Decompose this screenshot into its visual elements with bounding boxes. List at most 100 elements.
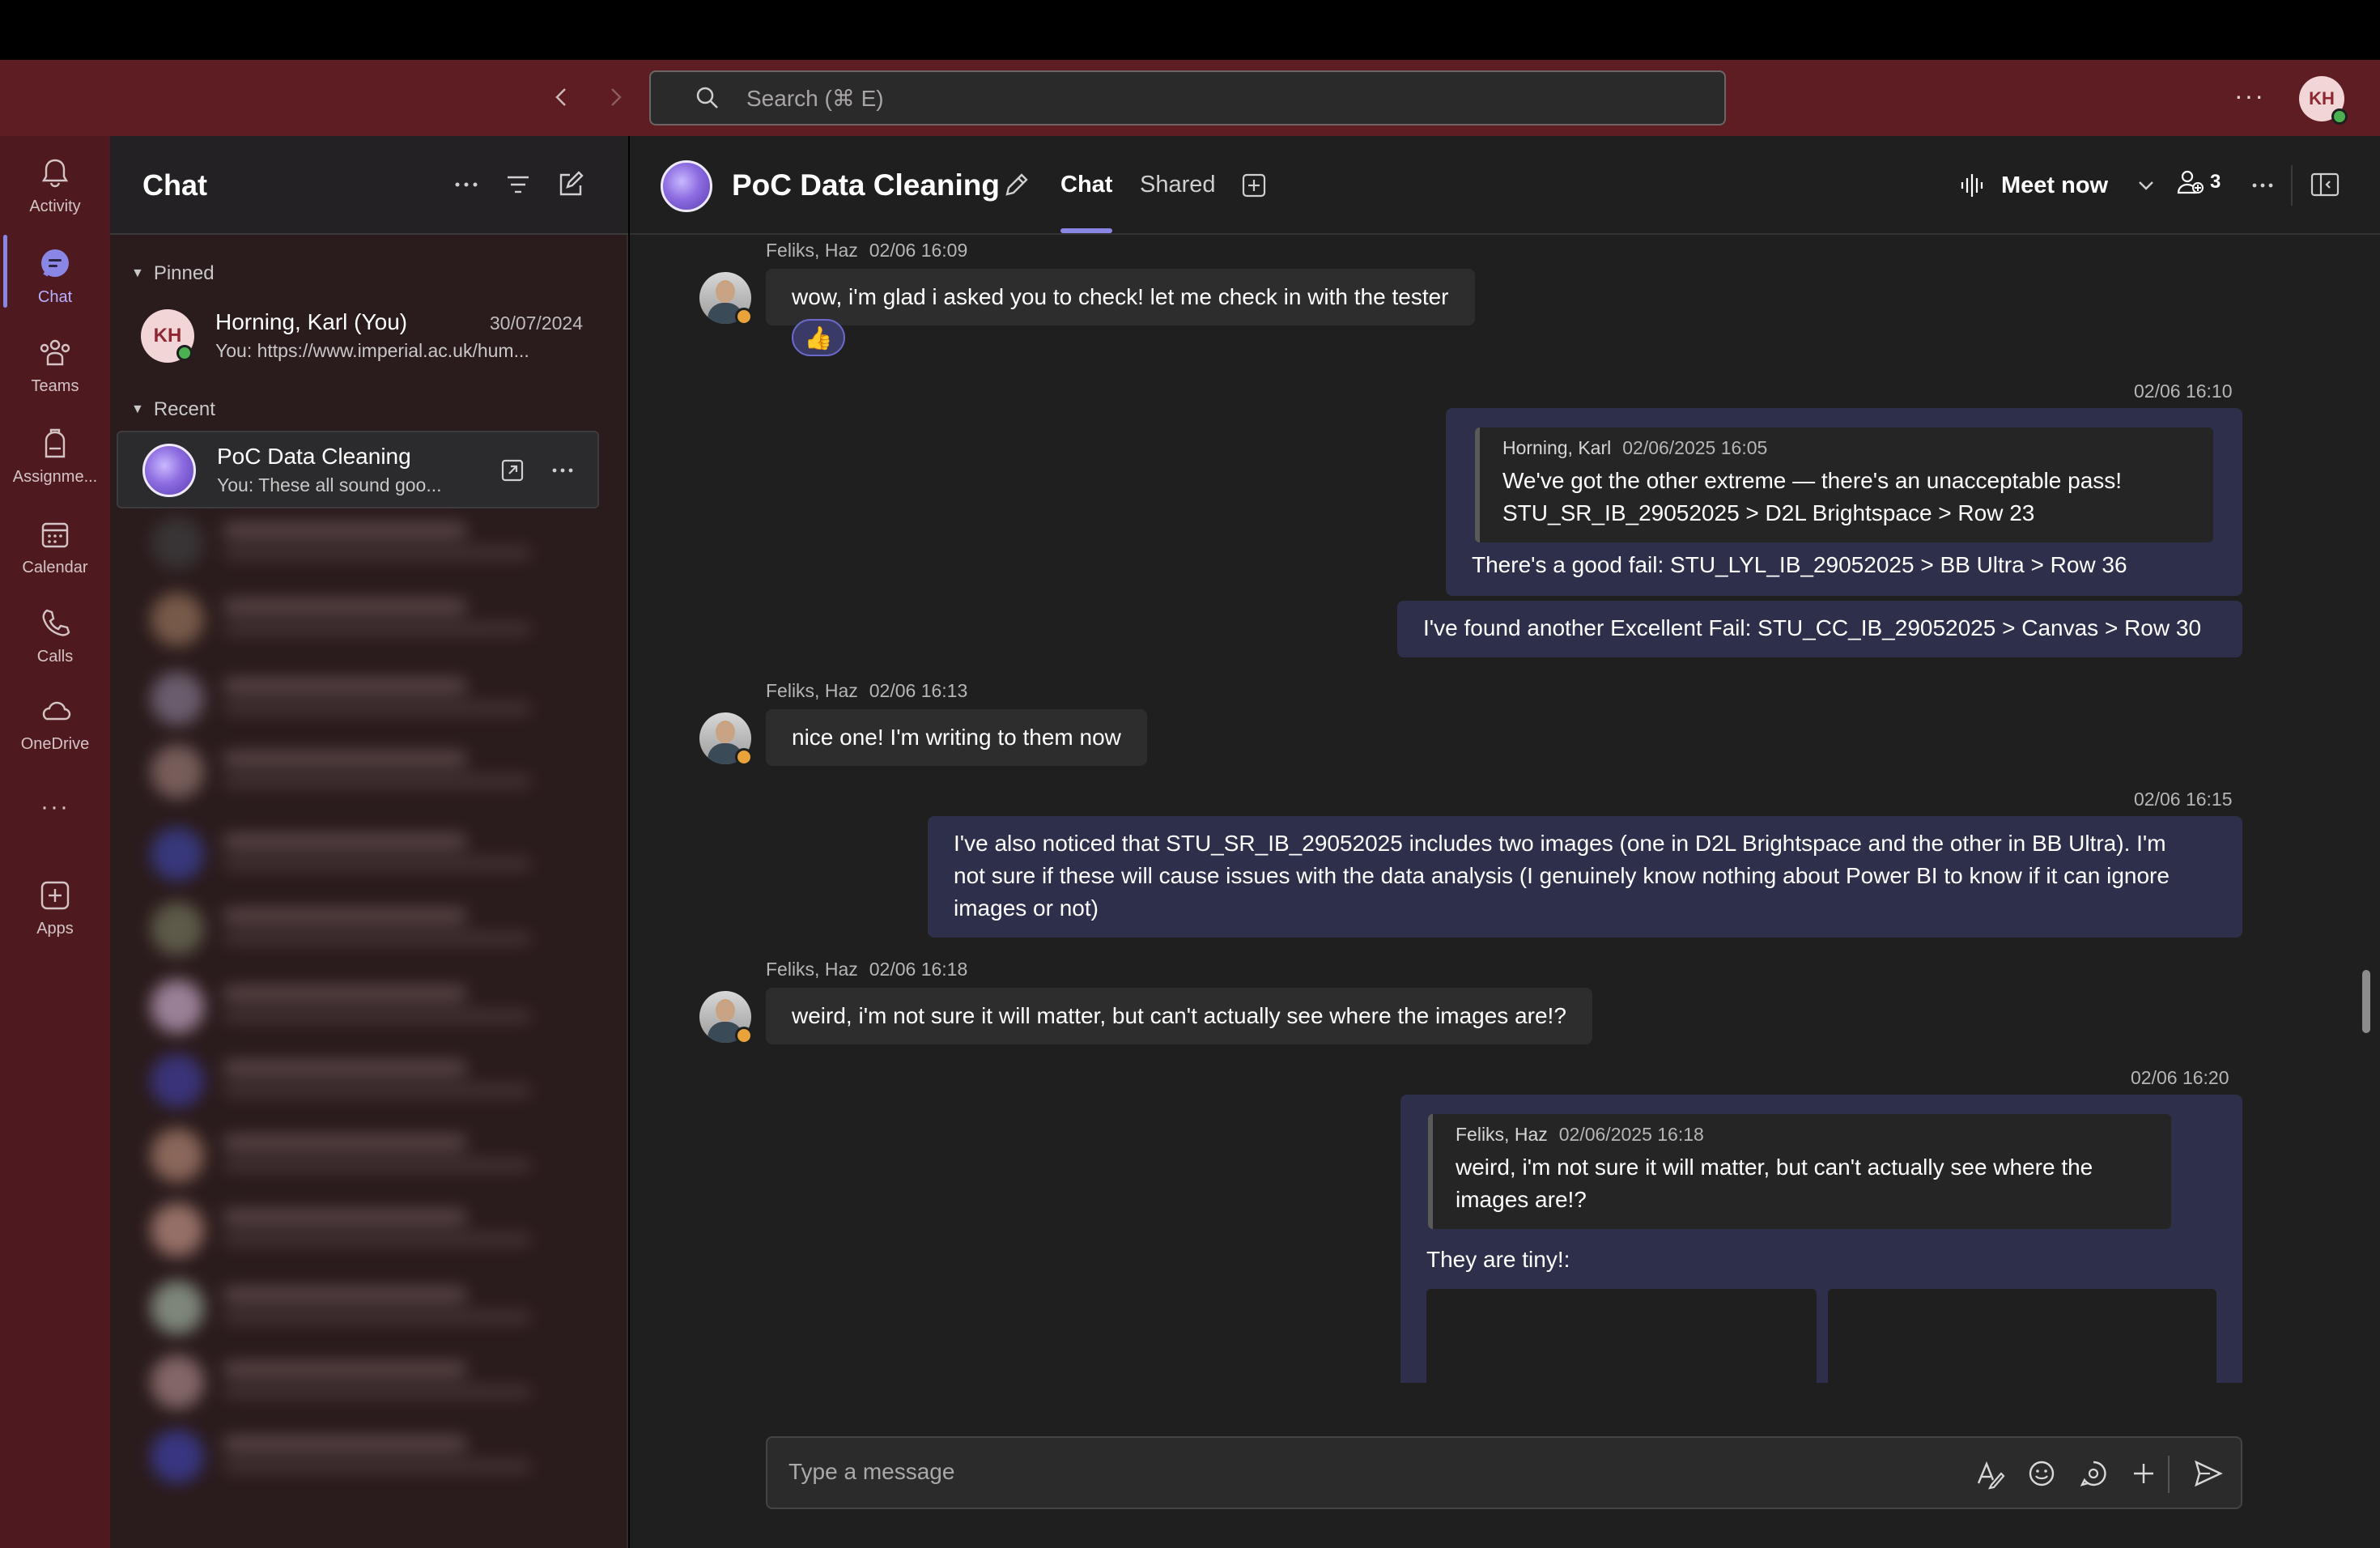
more-options-icon[interactable]: ··· (2234, 81, 2265, 111)
more-icon: ··· (40, 793, 70, 820)
quote-text: We've got the other extreme — there's an… (1502, 465, 2122, 529)
filter-icon[interactable] (502, 168, 534, 201)
backpack-icon (45, 428, 66, 458)
user-initials: KH (2309, 88, 2335, 108)
message-meta: Feliks, Haz 02/06 16:13 (766, 680, 967, 702)
blurred-chat-item[interactable] (134, 1201, 604, 1258)
add-tab-icon[interactable] (1240, 172, 1268, 199)
rail-item-activity[interactable]: Activity (0, 151, 110, 232)
message-time: 02/06 16:18 (869, 959, 968, 980)
recent-section-header[interactable]: ▼ Recent (131, 398, 215, 421)
scrollbar-thumb[interactable] (2362, 970, 2370, 1033)
quote-line: images are!? (1456, 1187, 1587, 1212)
side-panel-icon[interactable] (2310, 172, 2340, 198)
message-bubble[interactable]: I've also noticed that STU_SR_IB_2905202… (928, 816, 2242, 938)
message-text: wow, i'm glad i asked you to check! let … (792, 284, 1449, 309)
meet-now-button[interactable]: Meet now (1959, 164, 2108, 207)
message-bubble[interactable]: wow, i'm glad i asked you to check! let … (766, 269, 1475, 325)
blurred-chat-item[interactable] (134, 1428, 604, 1485)
section-label: Pinned (153, 262, 215, 284)
blurred-chat-item[interactable] (134, 1279, 604, 1336)
os-menu-bar (0, 0, 2380, 60)
blurred-chat-item[interactable] (134, 515, 604, 572)
message-composer[interactable]: Type a message (766, 1436, 2242, 1509)
quoted-message[interactable]: Feliks, Haz 02/06/2025 16:18 weird, i'm n… (1428, 1114, 2171, 1229)
format-icon[interactable] (1974, 1457, 2006, 1490)
emoji-icon[interactable] (2025, 1457, 2058, 1490)
avatar: KH (141, 309, 194, 363)
blurred-chat-item[interactable] (134, 1127, 604, 1184)
rail-item-chat[interactable]: Chat (0, 241, 110, 322)
blurred-chat-item[interactable] (134, 1354, 604, 1410)
quote-meta: Horning, Karl 02/06/2025 16:05 (1502, 437, 1767, 459)
group-avatar[interactable] (661, 160, 712, 212)
more-options-icon[interactable] (2249, 172, 2276, 199)
blurred-chat-item[interactable] (134, 1053, 604, 1109)
tab-chat[interactable]: Chat (1060, 172, 1112, 198)
rail-item-teams[interactable]: Teams (0, 330, 110, 411)
pop-out-icon[interactable] (499, 457, 526, 484)
user-avatar[interactable]: KH (2299, 76, 2348, 125)
blurred-chat-item[interactable] (134, 826, 604, 882)
reaction-emoji: 👍 (804, 325, 833, 351)
new-chat-icon[interactable] (554, 168, 586, 201)
send-icon[interactable] (2192, 1457, 2225, 1490)
participants-button[interactable]: 3 (2176, 167, 2221, 198)
caret-down-icon: ▼ (131, 266, 144, 280)
message-list: Feliks, Haz 02/06 16:09 wow, i'm glad i a… (630, 235, 2380, 1383)
message-input[interactable]: Type a message (788, 1459, 954, 1485)
caret-down-icon: ▼ (131, 402, 144, 416)
pencil-icon[interactable] (1001, 170, 1031, 201)
section-label: Recent (153, 398, 215, 420)
loop-icon[interactable] (2077, 1457, 2110, 1490)
rail-more-button[interactable]: ··· (0, 793, 110, 834)
chat-item-poc-data-cleaning[interactable]: PoC Data Cleaning You: These all sound g… (117, 431, 599, 508)
rail-item-calls[interactable]: Calls (0, 601, 110, 682)
conversation-title: PoC Data Cleaning (732, 168, 1000, 202)
blurred-chat-item[interactable] (134, 900, 604, 957)
rail-item-apps[interactable]: Apps (0, 873, 110, 954)
message-bubble[interactable]: nice one! I'm writing to them now (766, 709, 1147, 766)
blurred-chat-item[interactable] (134, 978, 604, 1035)
presence-away-icon (735, 308, 753, 325)
message-bubble[interactable]: weird, i'm not sure it will matter, but … (766, 988, 1592, 1044)
forward-arrow-icon[interactable] (594, 76, 636, 118)
quoted-message[interactable]: Horning, Karl 02/06/2025 16:05 We've got … (1475, 427, 2213, 542)
more-options-icon[interactable] (450, 168, 482, 201)
rail-label: Chat (37, 288, 73, 306)
thumbs-up-reaction[interactable]: 👍 (792, 319, 845, 356)
rail-item-onedrive[interactable]: OneDrive (0, 688, 110, 769)
rail-item-assignments[interactable]: Assignme... (0, 421, 110, 502)
rail-label: Apps (36, 920, 74, 938)
message-line: not sure if these will cause issues with… (954, 863, 2170, 888)
add-app-icon (40, 881, 70, 910)
rail-label: Assignme... (12, 468, 98, 486)
rail-label: OneDrive (20, 735, 90, 753)
message-bubble[interactable]: Feliks, Haz 02/06/2025 16:18 weird, i'm n… (1400, 1095, 2242, 1383)
composer-divider (2168, 1456, 2170, 1493)
message-time: 02/06 16:13 (869, 680, 968, 701)
search-input[interactable]: Search (⌘ E) (649, 70, 1726, 125)
presence-available-icon (176, 345, 193, 361)
pinned-section-header[interactable]: ▼ Pinned (131, 262, 215, 285)
chat-item-self[interactable]: KH Horning, Karl (You) 30/07/2024 You: h… (117, 298, 602, 374)
rail-label: Calendar (22, 559, 88, 576)
blurred-chat-item[interactable] (134, 591, 604, 648)
blurred-chat-item[interactable] (134, 743, 604, 800)
add-icon[interactable] (2127, 1457, 2160, 1490)
people-icon (2177, 170, 2204, 194)
chevron-down-icon[interactable] (2134, 173, 2158, 198)
more-options-icon[interactable] (549, 457, 576, 484)
search-placeholder: Search (⌘ E) (746, 85, 884, 111)
back-arrow-icon[interactable] (541, 76, 583, 118)
message-bubble[interactable]: Horning, Karl 02/06/2025 16:05 We've got … (1446, 408, 2242, 596)
message-line: I've also noticed that STU_SR_IB_2905202… (954, 831, 2166, 856)
blurred-chat-item[interactable] (134, 670, 604, 727)
message-text: weird, i'm not sure it will matter, but … (792, 1003, 1566, 1028)
audio-wave-icon (1961, 174, 1983, 197)
message-bubble[interactable]: I've found another Excellent Fail: STU_C… (1397, 601, 2242, 657)
attached-image[interactable] (1426, 1289, 1817, 1383)
attached-image[interactable] (1828, 1289, 2216, 1383)
rail-item-calendar[interactable]: Calendar (0, 512, 110, 593)
tab-shared[interactable]: Shared (1140, 172, 1216, 198)
